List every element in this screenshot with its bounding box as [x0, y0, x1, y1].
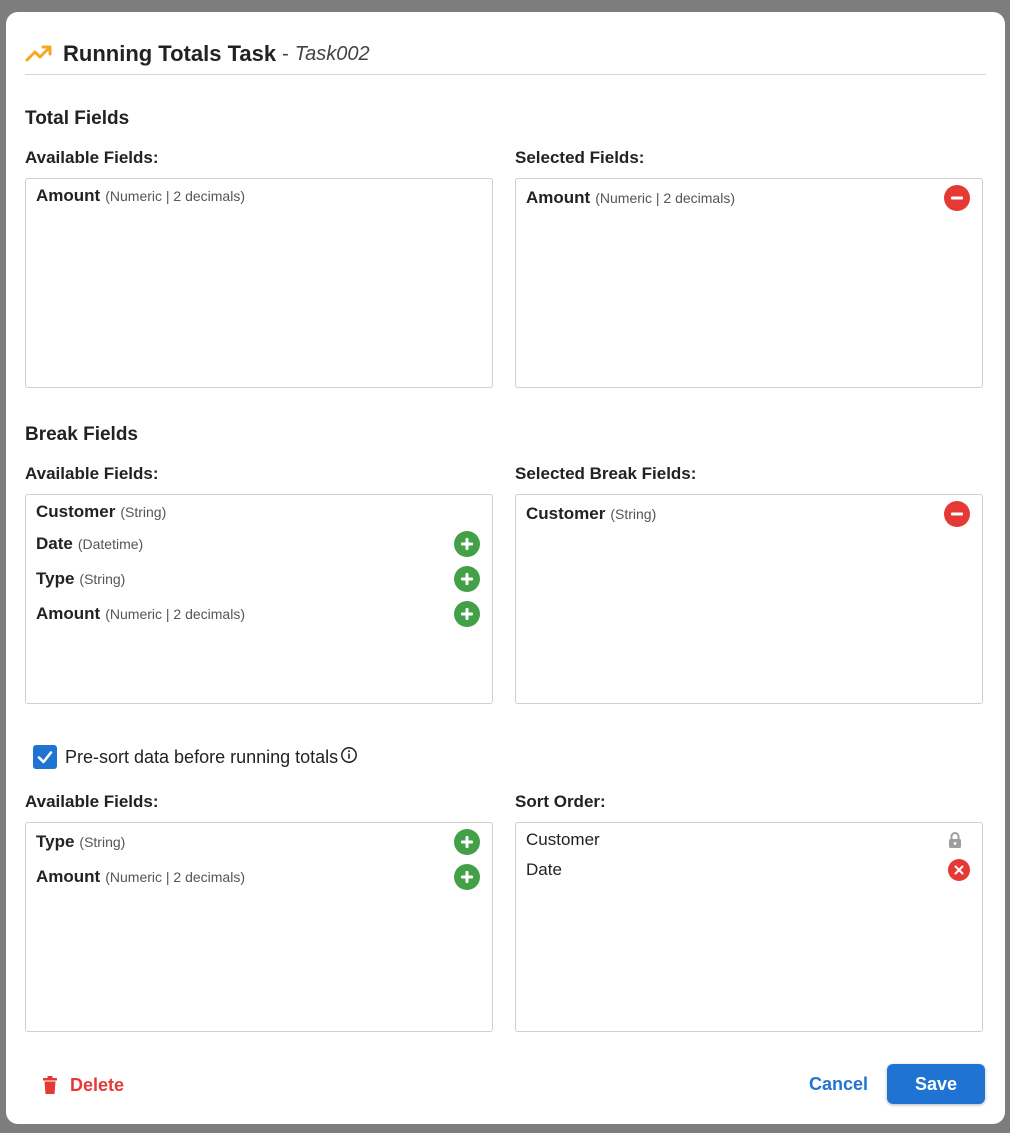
field-type: (Numeric | 2 decimals) — [105, 606, 245, 622]
sort-order-list: Customer Date — [515, 822, 983, 1032]
list-item: Customer (String) — [526, 500, 972, 528]
trending-up-icon — [25, 44, 53, 64]
field-name: Date — [526, 860, 562, 879]
add-field-icon[interactable] — [454, 566, 480, 592]
list-item: Amount (Numeric | 2 decimals) — [526, 184, 972, 212]
list-item: Date — [526, 856, 972, 884]
break-selected-list: Customer (String) — [515, 494, 983, 704]
dialog-header: Running Totals Task - Task002 — [25, 34, 986, 75]
total-available-label: Available Fields: — [25, 148, 159, 167]
field-type: (Numeric | 2 decimals) — [595, 190, 735, 206]
sort-available-label: Available Fields: — [25, 792, 159, 811]
list-item[interactable]: Amount (Numeric | 2 decimals) — [36, 600, 482, 628]
trash-icon — [43, 1076, 57, 1094]
title-separator: - — [282, 42, 289, 65]
list-item[interactable]: Customer (String) — [36, 498, 482, 526]
close-icon[interactable] — [948, 859, 970, 881]
field-type: (String) — [610, 506, 657, 522]
field-type: (String) — [79, 834, 126, 850]
field-name: Customer — [526, 504, 606, 523]
break-available-label: Available Fields: — [25, 464, 159, 483]
field-name: Amount — [36, 186, 101, 205]
field-name: Amount — [36, 867, 101, 886]
field-name: Amount — [526, 188, 591, 207]
running-totals-dialog: Running Totals Task - Task002 Total Fiel… — [6, 12, 1005, 1124]
cancel-button[interactable]: Cancel — [809, 1074, 868, 1095]
list-item[interactable]: Amount (Numeric | 2 decimals) — [36, 182, 482, 210]
presort-label: Pre-sort data before running totals — [65, 746, 339, 767]
info-icon[interactable] — [340, 746, 358, 769]
field-type: (Numeric | 2 decimals) — [105, 188, 245, 204]
total-available-list: Amount (Numeric | 2 decimals) — [25, 178, 493, 388]
total-fields-heading: Total Fields — [25, 108, 130, 129]
sort-available-list: Type (String) Amount (Numeric | 2 decima… — [25, 822, 493, 1032]
break-fields-heading: Break Fields — [25, 424, 138, 445]
field-name: Type — [36, 569, 75, 588]
field-name: Amount — [36, 604, 101, 623]
field-name: Customer — [526, 830, 600, 849]
total-selected-label: Selected Fields: — [515, 148, 645, 167]
total-selected-list: Amount (Numeric | 2 decimals) — [515, 178, 983, 388]
check-icon — [37, 751, 53, 764]
remove-field-icon[interactable] — [944, 185, 970, 211]
remove-field-icon[interactable] — [944, 501, 970, 527]
lock-icon — [942, 827, 968, 853]
add-field-icon[interactable] — [454, 601, 480, 627]
break-selected-label: Selected Break Fields: — [515, 464, 697, 483]
list-item[interactable]: Type (String) — [36, 828, 482, 856]
delete-label: Delete — [70, 1074, 125, 1095]
add-field-icon[interactable] — [454, 531, 480, 557]
list-item[interactable]: Amount (Numeric | 2 decimals) — [36, 863, 482, 891]
field-type: (Numeric | 2 decimals) — [105, 869, 245, 885]
list-item: Customer — [526, 826, 972, 854]
task-name: Task002 — [294, 42, 370, 65]
add-field-icon[interactable] — [454, 864, 480, 890]
field-name: Date — [36, 534, 73, 553]
field-type: (Datetime) — [77, 536, 144, 552]
field-type: (String) — [79, 571, 126, 587]
presort-checkbox[interactable] — [33, 745, 57, 769]
field-name: Type — [36, 832, 75, 851]
list-item[interactable]: Date (Datetime) — [36, 530, 482, 558]
field-name: Customer — [36, 502, 116, 521]
sort-order-label: Sort Order: — [515, 792, 606, 811]
add-field-icon[interactable] — [454, 829, 480, 855]
delete-button[interactable]: Delete — [42, 1072, 124, 1098]
presort-option[interactable]: Pre-sort data before running totals — [33, 744, 358, 770]
dialog-title: Running Totals Task — [63, 41, 277, 66]
list-item[interactable]: Type (String) — [36, 565, 482, 593]
save-button[interactable]: Save — [887, 1064, 985, 1104]
field-type: (String) — [120, 504, 167, 520]
break-available-list: Customer (String) Date (Datetime) Type (… — [25, 494, 493, 704]
